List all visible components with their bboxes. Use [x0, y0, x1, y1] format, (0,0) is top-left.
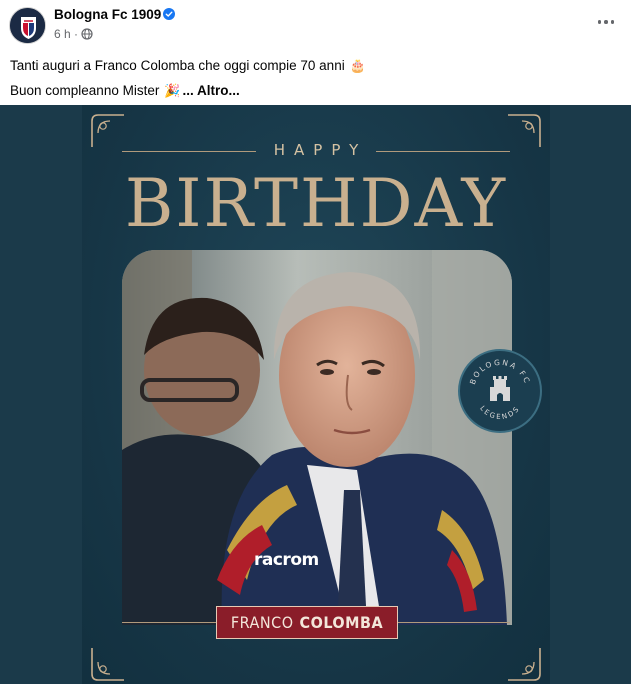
post-header: Bologna Fc 1909 6 h · — [0, 0, 631, 50]
bologna-legends-badge: BOLOGNA FC LEGENDS — [458, 349, 542, 433]
svg-text:LEGENDS: LEGENDS — [478, 404, 522, 421]
badge-bottom-text: LEGENDS — [478, 404, 520, 421]
birthday-cake-emoji: 🎂 — [349, 58, 366, 73]
name-last: COLOMBA — [299, 613, 384, 632]
more-options-icon[interactable] — [595, 14, 617, 30]
name-first: FRANCO — [230, 613, 294, 632]
caption-line-2: Buon compleanno Mister — [10, 83, 160, 98]
birthday-card: HAPPY BIRTHDAY racrom FRANCO COLOMBA BOL… — [82, 105, 550, 684]
happy-row: HAPPY — [122, 141, 510, 161]
see-more-link[interactable]: ... Altro... — [183, 78, 240, 103]
caption-line-1: Tanti auguri a Franco Colomba che oggi c… — [10, 58, 345, 73]
post-image[interactable]: HAPPY BIRTHDAY racrom FRANCO COLOMBA BOL… — [0, 105, 631, 684]
name-plate: FRANCO COLOMBA — [216, 606, 398, 639]
corner-ornament-icon — [508, 648, 541, 681]
player-photo: racrom — [122, 250, 512, 625]
verified-badge-icon — [163, 8, 175, 20]
jacket-brand-text: racrom — [254, 550, 319, 570]
happy-text: HAPPY — [273, 141, 368, 159]
post-timestamp[interactable]: 6 h · — [54, 27, 78, 41]
post-meta: 6 h · — [54, 27, 93, 41]
corner-ornament-icon — [508, 114, 541, 147]
page-name-link[interactable]: Bologna Fc 1909 — [54, 7, 161, 22]
party-popper-emoji: 🎉 — [164, 83, 181, 98]
corner-ornament-icon — [91, 648, 124, 681]
page-avatar[interactable] — [9, 7, 46, 44]
birthday-heading: BIRTHDAY — [124, 165, 508, 242]
globe-icon — [81, 28, 93, 40]
post-caption: Tanti auguri a Franco Colomba che oggi c… — [10, 53, 366, 103]
